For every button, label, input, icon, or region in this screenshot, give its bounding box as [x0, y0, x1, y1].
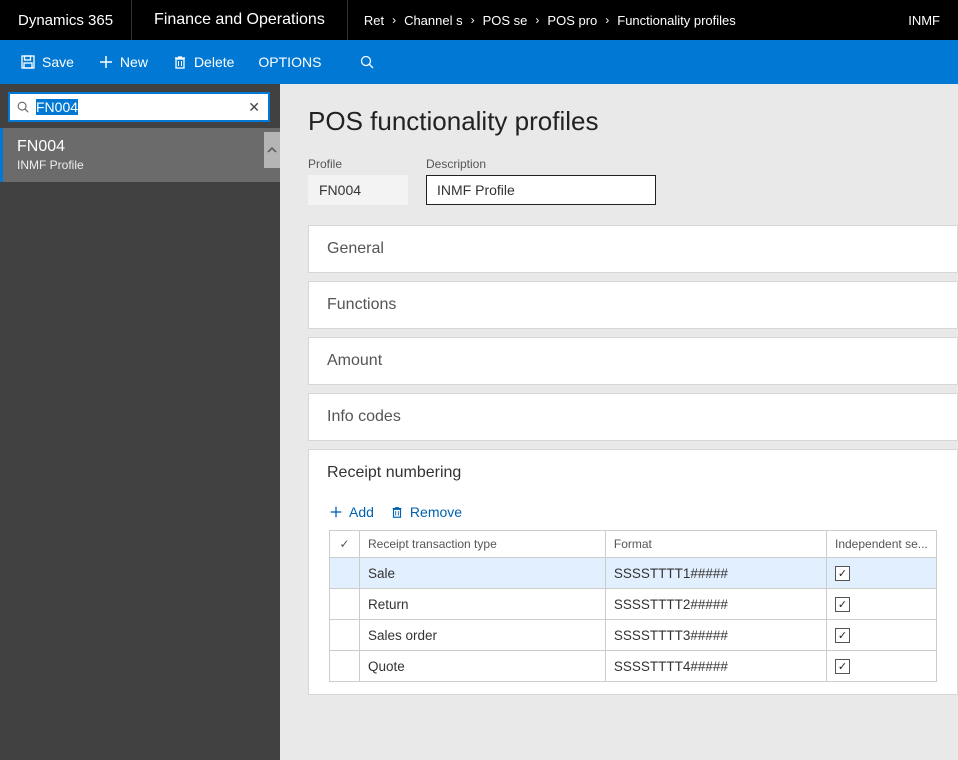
- cell-receipt-type[interactable]: Sale: [360, 558, 606, 589]
- checkbox[interactable]: ✓: [835, 628, 850, 643]
- table-row[interactable]: Sales orderSSSSTTTT3##### ✓: [330, 620, 937, 651]
- options-button[interactable]: OPTIONS: [246, 40, 333, 84]
- content-pane: POS functionality profiles Profile FN004…: [280, 84, 958, 760]
- grid-select-all[interactable]: ✓: [330, 531, 360, 558]
- chevron-right-icon: ›: [533, 13, 541, 27]
- table-row[interactable]: ReturnSSSSTTTT2##### ✓: [330, 589, 937, 620]
- sidebar-list-item[interactable]: FN004 INMF Profile: [0, 128, 280, 182]
- col-receipt-type[interactable]: Receipt transaction type: [360, 531, 606, 558]
- profile-value[interactable]: FN004: [308, 175, 408, 205]
- search-input[interactable]: [30, 99, 246, 115]
- plus-icon: [329, 505, 343, 519]
- remove-button[interactable]: Remove: [390, 504, 462, 520]
- entity-badge[interactable]: INMF: [894, 13, 958, 28]
- trash-icon: [390, 505, 404, 519]
- options-label: OPTIONS: [258, 54, 321, 70]
- save-icon: [20, 54, 36, 70]
- search-icon: [359, 54, 375, 70]
- command-bar: Save New Delete OPTIONS: [0, 40, 958, 84]
- fasttab-functions[interactable]: Functions: [308, 281, 958, 329]
- checkbox[interactable]: ✓: [835, 566, 850, 581]
- cell-format[interactable]: SSSSTTTT1#####: [605, 558, 826, 589]
- add-button[interactable]: Add: [329, 504, 374, 520]
- row-select-cell[interactable]: [330, 620, 360, 651]
- cell-independent-seq[interactable]: ✓: [827, 651, 937, 682]
- new-button[interactable]: New: [86, 40, 160, 84]
- list-item-subtitle: INMF Profile: [17, 158, 266, 172]
- cell-format[interactable]: SSSSTTTT2#####: [605, 589, 826, 620]
- save-button[interactable]: Save: [8, 40, 86, 84]
- header-fields: Profile FN004 Description INMF Profile: [308, 157, 958, 205]
- topbar: Dynamics 365 Finance and Operations Ret …: [0, 0, 958, 40]
- checkbox[interactable]: ✓: [835, 597, 850, 612]
- cell-independent-seq[interactable]: ✓: [827, 620, 937, 651]
- cell-receipt-type[interactable]: Quote: [360, 651, 606, 682]
- brand-name[interactable]: Dynamics 365: [0, 0, 132, 40]
- delete-button[interactable]: Delete: [160, 40, 246, 84]
- trash-icon: [172, 54, 188, 70]
- row-select-cell[interactable]: [330, 589, 360, 620]
- list-item-title: FN004: [17, 138, 266, 156]
- scroll-up-hint[interactable]: [264, 132, 280, 168]
- breadcrumb-item[interactable]: POS pro: [541, 13, 603, 28]
- breadcrumb-item[interactable]: POS se: [477, 13, 534, 28]
- chevron-right-icon: ›: [603, 13, 611, 27]
- save-label: Save: [42, 54, 74, 70]
- add-label: Add: [349, 504, 374, 520]
- chevron-right-icon: ›: [390, 13, 398, 27]
- sidebar: ✕ FN004 INMF Profile: [0, 84, 280, 760]
- description-field[interactable]: INMF Profile: [426, 175, 656, 205]
- fasttab-general[interactable]: General: [308, 225, 958, 273]
- breadcrumb-item[interactable]: Functionality profiles: [611, 13, 742, 28]
- sidebar-search[interactable]: ✕: [8, 92, 270, 122]
- fasttab-amount[interactable]: Amount: [308, 337, 958, 385]
- table-row[interactable]: SaleSSSSTTTT1##### ✓: [330, 558, 937, 589]
- checkbox[interactable]: ✓: [835, 659, 850, 674]
- row-select-cell[interactable]: [330, 558, 360, 589]
- remove-label: Remove: [410, 504, 462, 520]
- plus-icon: [98, 54, 114, 70]
- cell-format[interactable]: SSSSTTTT4#####: [605, 651, 826, 682]
- chevron-right-icon: ›: [469, 13, 477, 27]
- search-icon: [16, 100, 30, 114]
- clear-icon[interactable]: ✕: [246, 99, 262, 116]
- delete-label: Delete: [194, 54, 234, 70]
- cell-receipt-type[interactable]: Sales order: [360, 620, 606, 651]
- breadcrumb: Ret › Channel s › POS se › POS pro › Fun…: [348, 13, 894, 28]
- module-name[interactable]: Finance and Operations: [132, 0, 348, 40]
- cell-format[interactable]: SSSSTTTT3#####: [605, 620, 826, 651]
- main-area: ✕ FN004 INMF Profile POS functionality p…: [0, 84, 958, 760]
- fasttab-receipt-numbering: Receipt numbering Add Remove ✓: [308, 449, 958, 695]
- col-independent-seq[interactable]: Independent se...: [827, 531, 937, 558]
- row-select-cell[interactable]: [330, 651, 360, 682]
- table-row[interactable]: QuoteSSSSTTTT4##### ✓: [330, 651, 937, 682]
- fasttab-receipt-header[interactable]: Receipt numbering: [309, 450, 957, 488]
- page-title: POS functionality profiles: [308, 106, 958, 137]
- col-format[interactable]: Format: [605, 531, 826, 558]
- cell-receipt-type[interactable]: Return: [360, 589, 606, 620]
- breadcrumb-item[interactable]: Ret: [358, 13, 390, 28]
- description-label: Description: [426, 157, 656, 171]
- new-label: New: [120, 54, 148, 70]
- breadcrumb-item[interactable]: Channel s: [398, 13, 469, 28]
- cell-independent-seq[interactable]: ✓: [827, 589, 937, 620]
- cell-independent-seq[interactable]: ✓: [827, 558, 937, 589]
- fasttab-info-codes[interactable]: Info codes: [308, 393, 958, 441]
- receipt-grid: ✓ Receipt transaction type Format Indepe…: [329, 530, 937, 682]
- profile-label: Profile: [308, 157, 408, 171]
- check-icon: ✓: [339, 537, 349, 551]
- commandbar-search-button[interactable]: [347, 40, 387, 84]
- chevron-up-icon: [266, 144, 278, 156]
